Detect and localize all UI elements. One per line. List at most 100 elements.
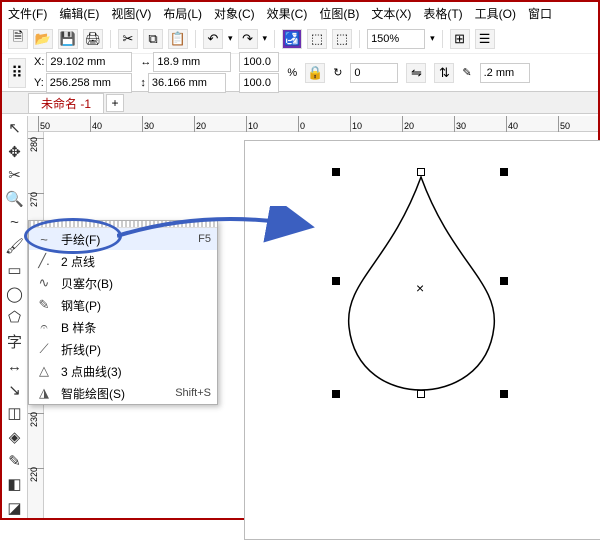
ruler-h-label: 20 [404,121,414,131]
artistic-media-tool[interactable]: 🖌 [4,236,26,256]
flyout-grip[interactable] [29,221,217,228]
options-button[interactable]: ☰ [475,29,495,49]
menu-item-3[interactable]: 布局(L) [163,5,202,21]
drop-shadow-tool[interactable]: ◫ [4,404,26,424]
pick-tool[interactable]: ↖ [4,118,26,138]
menu-item-5[interactable]: 效果(C) [267,5,308,21]
paste-button[interactable]: 📋 [168,29,188,49]
ruler-h-label: 20 [196,121,206,131]
flyout-item-7[interactable]: ◮智能绘图(S)Shift+S [29,382,217,404]
selection-handle-n[interactable] [417,168,425,176]
redo-dropdown-icon[interactable]: ▾ [263,33,268,44]
undo-dropdown-icon[interactable]: ▾ [228,33,233,44]
ellipse-tool[interactable]: ◯ [4,284,26,304]
selection-handle-s[interactable] [417,390,425,398]
separator [110,30,111,48]
flyout-item-2[interactable]: ∿贝塞尔(B) [29,272,217,294]
menu-item-1[interactable]: 编辑(E) [59,5,99,21]
menu-item-2[interactable]: 视图(V) [111,5,151,21]
save-button[interactable]: 💾 [58,29,78,49]
flyout-item-icon: ╱. [35,253,53,269]
flyout-item-1[interactable]: ╱.2 点线 [29,250,217,272]
new-document-tab-button[interactable]: + [106,94,124,112]
flyout-item-3[interactable]: ✎钢笔(P) [29,294,217,316]
lock-ratio-button[interactable]: 🔒 [305,63,325,83]
selection-handle-ne[interactable] [500,168,508,176]
import-button[interactable]: ⬚ [307,29,327,49]
flyout-item-label: 3 点曲线(3) [61,363,203,380]
selection-handle-nw[interactable] [332,168,340,176]
separator [442,30,443,48]
mirror-h-button[interactable]: ⇋ [406,63,426,83]
document-tab[interactable]: 未命名 -1 [28,93,104,113]
flyout-item-0[interactable]: ~ 手绘(F) F5 [29,228,217,250]
freehand-tool[interactable]: ~ [4,213,26,233]
percent-label: % [287,67,297,79]
menu-item-10[interactable]: 窗口 [528,5,552,21]
outline-width-input[interactable]: .2 mm [480,63,530,83]
smart-fill-tool[interactable]: ◪ [4,498,26,518]
shape-tool[interactable]: ✥ [4,142,26,162]
print-button[interactable]: 🖨 [83,29,103,49]
y-position-input[interactable]: 256.258 mm [46,73,132,93]
fill-tool[interactable]: ◧ [4,475,26,495]
parallel-dim-tool[interactable]: ↔ [4,356,26,376]
height-input[interactable]: 36.166 mm [148,73,226,93]
curve-tool-flyout: ~ 手绘(F) F5 ╱.2 点线∿贝塞尔(B)✎钢笔(P)𝄐B 样条⟋折线(P)△3… [28,220,218,405]
ruler-h-label: 0 [300,121,305,131]
selection-handle-w[interactable] [332,277,340,285]
width-input[interactable]: 18.9 mm [153,52,231,72]
undo-button[interactable]: ↶ [203,29,223,49]
zoom-level-input[interactable]: 150% [367,29,425,49]
selection-handle-sw[interactable] [332,390,340,398]
scale-x-input[interactable]: 100.0 [239,52,279,72]
zoom-dropdown-icon[interactable]: ▾ [430,33,435,44]
transparency-tool[interactable]: ◈ [4,427,26,447]
selection-handle-se[interactable] [500,390,508,398]
rectangle-tool[interactable]: ▭ [4,260,26,280]
flyout-item-5[interactable]: ⟋折线(P) [29,338,217,360]
menu-item-0[interactable]: 文件(F) [8,5,47,21]
x-position-input[interactable]: 29.102 mm [46,52,132,72]
flyout-item-icon: ◮ [35,385,53,401]
menu-item-4[interactable]: 对象(C) [214,5,255,21]
flyout-item-6[interactable]: △3 点曲线(3) [29,360,217,382]
flyout-item-4[interactable]: 𝄐B 样条 [29,316,217,338]
selection-handle-e[interactable] [500,277,508,285]
redo-button[interactable]: ↷ [238,29,258,49]
flyout-item-label: 手绘(F) [61,231,190,248]
object-origin-icon[interactable]: ⠿ [8,58,26,88]
flyout-item-label: 贝塞尔(B) [61,275,203,292]
menu-bar: 文件(F) 编辑(E) 视图(V) 布局(L) 对象(C) 效果(C) 位图(B) 文本(X)… [2,2,598,24]
menu-item-6[interactable]: 位图(B) [319,5,359,21]
flyout-item-shortcut: F5 [198,233,211,245]
selection-center-marker[interactable]: × [416,280,424,296]
menu-item-8[interactable]: 表格(T) [423,5,462,21]
new-button[interactable]: 🗎 [8,29,28,49]
polygon-tool[interactable]: ⬠ [4,308,26,328]
menu-item-7[interactable]: 文本(X) [371,5,411,21]
flyout-item-icon: ~ [35,232,53,247]
menu-item-9[interactable]: 工具(O) [475,5,516,21]
mirror-v-button[interactable]: ⇅ [434,63,454,83]
ruler-h-label: 10 [248,121,258,131]
separator [195,30,196,48]
eyedropper-tool[interactable]: ✎ [4,451,26,471]
cut-button[interactable]: ✂ [118,29,138,49]
outline-pen-icon[interactable]: ✎ [462,66,471,79]
launch-button[interactable]: 🛃 [282,29,302,49]
rotate-icon: ↻ [333,66,342,79]
position-fields: X: 29.102 mm Y: 256.258 mm [34,52,132,93]
copy-button[interactable]: ⧉ [143,29,163,49]
scale-y-input[interactable]: 100.0 [239,73,279,93]
snap-button[interactable]: ⊞ [450,29,470,49]
rotation-input[interactable]: 0 [350,63,398,83]
text-tool[interactable]: 字 [4,331,26,352]
ruler-h-label: 30 [144,121,154,131]
flyout-item-icon: ✎ [35,297,53,313]
connector-tool[interactable]: ↘ [4,380,26,400]
zoom-tool[interactable]: 🔍 [4,189,26,209]
export-button[interactable]: ⬚ [332,29,352,49]
open-button[interactable]: 📂 [33,29,53,49]
crop-tool[interactable]: ✂ [4,165,26,185]
